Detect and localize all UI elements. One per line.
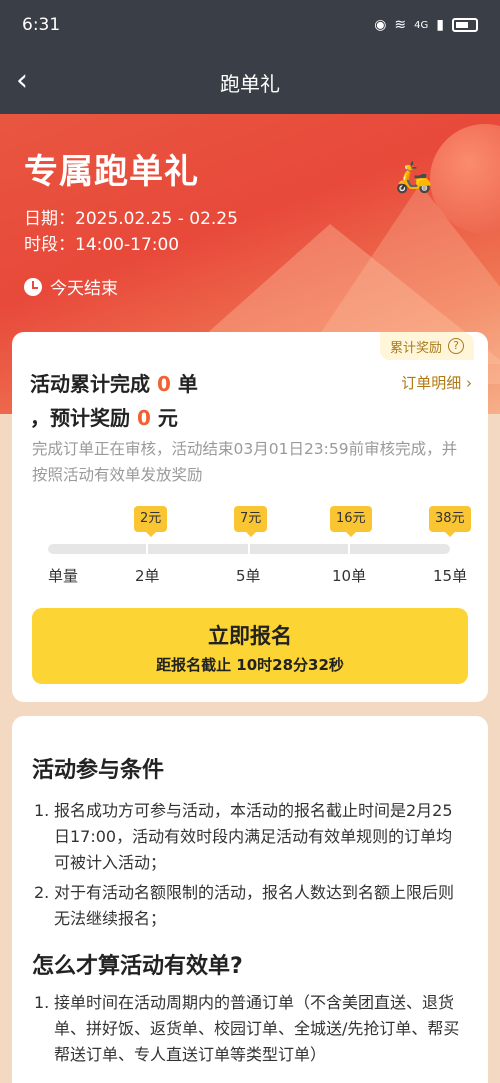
- rule-number: 1.: [34, 993, 50, 1012]
- rule-text: 接单时间在活动周期内的普通订单（不含美团直送、退货单、拼好饭、返货单、校园订单、…: [54, 993, 460, 1064]
- hero-time-range: 时段：14:00-17:00: [24, 235, 180, 255]
- hero-title: 专属跑单礼: [24, 152, 199, 192]
- rule-item: 1. 报名成功方可参与活动，本活动的报名截止时间是2月25日17:00，活动有效…: [34, 798, 464, 876]
- progress-tick: [146, 544, 148, 554]
- status-icons: ◉ ≋ 4G ▮: [374, 17, 478, 33]
- reward-tag-label: 累计奖励: [389, 340, 442, 356]
- rule-text: 报名成功方可参与活动，本活动的报名截止时间是2月25日17:00，活动有效时段内…: [54, 801, 453, 872]
- back-button[interactable]: ‹: [16, 64, 52, 100]
- tier-orders-label: 15单: [433, 567, 468, 585]
- review-note: 完成订单正在审核，活动结束03月01日23:59前审核完成，并按照活动有效单发放…: [32, 440, 458, 484]
- tier-reward-badge: 38元: [429, 506, 471, 537]
- end-text: 今天结束: [50, 279, 118, 299]
- rule-number: 2.: [34, 883, 50, 902]
- signal-icon: ▮: [436, 17, 444, 33]
- rule-item: 1. 接单时间在活动周期内的普通订单（不含美团直送、退货单、拼好饭、返货单、校园…: [34, 990, 464, 1068]
- watermark: @ 龙安夜雨: [424, 1062, 488, 1076]
- signup-label: 立即报名: [208, 624, 292, 648]
- orders-completed-line: 活动累计完成 0 单: [30, 368, 198, 397]
- tier-orders-label: 10单: [332, 567, 367, 585]
- signup-countdown: 距报名截止 10时28分32秒: [156, 656, 344, 674]
- axis-label: 单量: [48, 567, 79, 585]
- rule-item: 2. 对于有活动名额限制的活动，报名人数达到名额上限后则无法继续报名；: [34, 880, 464, 932]
- nav-bar: ‹ 跑单礼: [0, 50, 500, 114]
- rules-card: 活动参与条件 1. 报名成功方可参与活动，本活动的报名截止时间是2月25日17:…: [12, 716, 488, 1083]
- tier-progress-bar: [48, 544, 450, 554]
- reward-prefix: ，预计奖励: [30, 406, 137, 430]
- end-indicator: 今天结束: [24, 274, 118, 299]
- orders-prefix: 活动累计完成: [30, 372, 157, 396]
- rule-number: 1.: [34, 801, 50, 820]
- hero-date: 日期：2025.02.25 - 02.25: [24, 209, 238, 229]
- reward-suffix: 元: [150, 406, 178, 430]
- valid-order-title: 怎么才算活动有效单?: [32, 954, 243, 979]
- question-icon: ?: [448, 338, 464, 354]
- tier-reward-badge: 16元: [330, 506, 372, 537]
- progress-tick: [348, 544, 350, 554]
- summary-card: 累计奖励 ? 活动累计完成 0 单 ，预计奖励 0 元 订单明细 › 完成订单正…: [12, 332, 488, 702]
- order-detail-link[interactable]: 订单明细 ›: [401, 372, 472, 393]
- tier-reward-badge: 7元: [234, 506, 268, 537]
- battery-icon: [452, 18, 478, 32]
- expected-reward-line: ，预计奖励 0 元: [30, 402, 178, 431]
- chevron-left-icon: ‹: [16, 63, 28, 98]
- clock-icon: [24, 277, 42, 296]
- signup-button[interactable]: 立即报名 距报名截止 10时28分32秒: [32, 608, 468, 684]
- delivery-rider-icon: 🛵: [395, 160, 433, 195]
- reward-tag-button[interactable]: 累计奖励 ?: [379, 332, 474, 360]
- rule-text: 对于有活动名额限制的活动，报名人数达到名额上限后则无法继续报名；: [54, 883, 455, 928]
- tier-orders-label: 5单: [236, 567, 261, 585]
- eye-icon: ◉: [374, 17, 387, 33]
- reward-amount: 0: [136, 406, 151, 430]
- tier-reward-badge: 2元: [134, 506, 168, 537]
- orders-count: 0: [156, 372, 171, 396]
- network-label: 4G: [414, 19, 429, 31]
- wifi-icon: ≋: [394, 17, 407, 33]
- tier-orders-label: 2单: [135, 567, 160, 585]
- orders-suffix: 单: [170, 372, 198, 396]
- progress-tick: [248, 544, 250, 554]
- participation-title: 活动参与条件: [32, 758, 165, 783]
- page-title: 跑单礼: [220, 71, 280, 96]
- status-time: 6:31: [22, 15, 61, 35]
- status-bar: 6:31 ◉ ≋ 4G ▮: [0, 0, 500, 50]
